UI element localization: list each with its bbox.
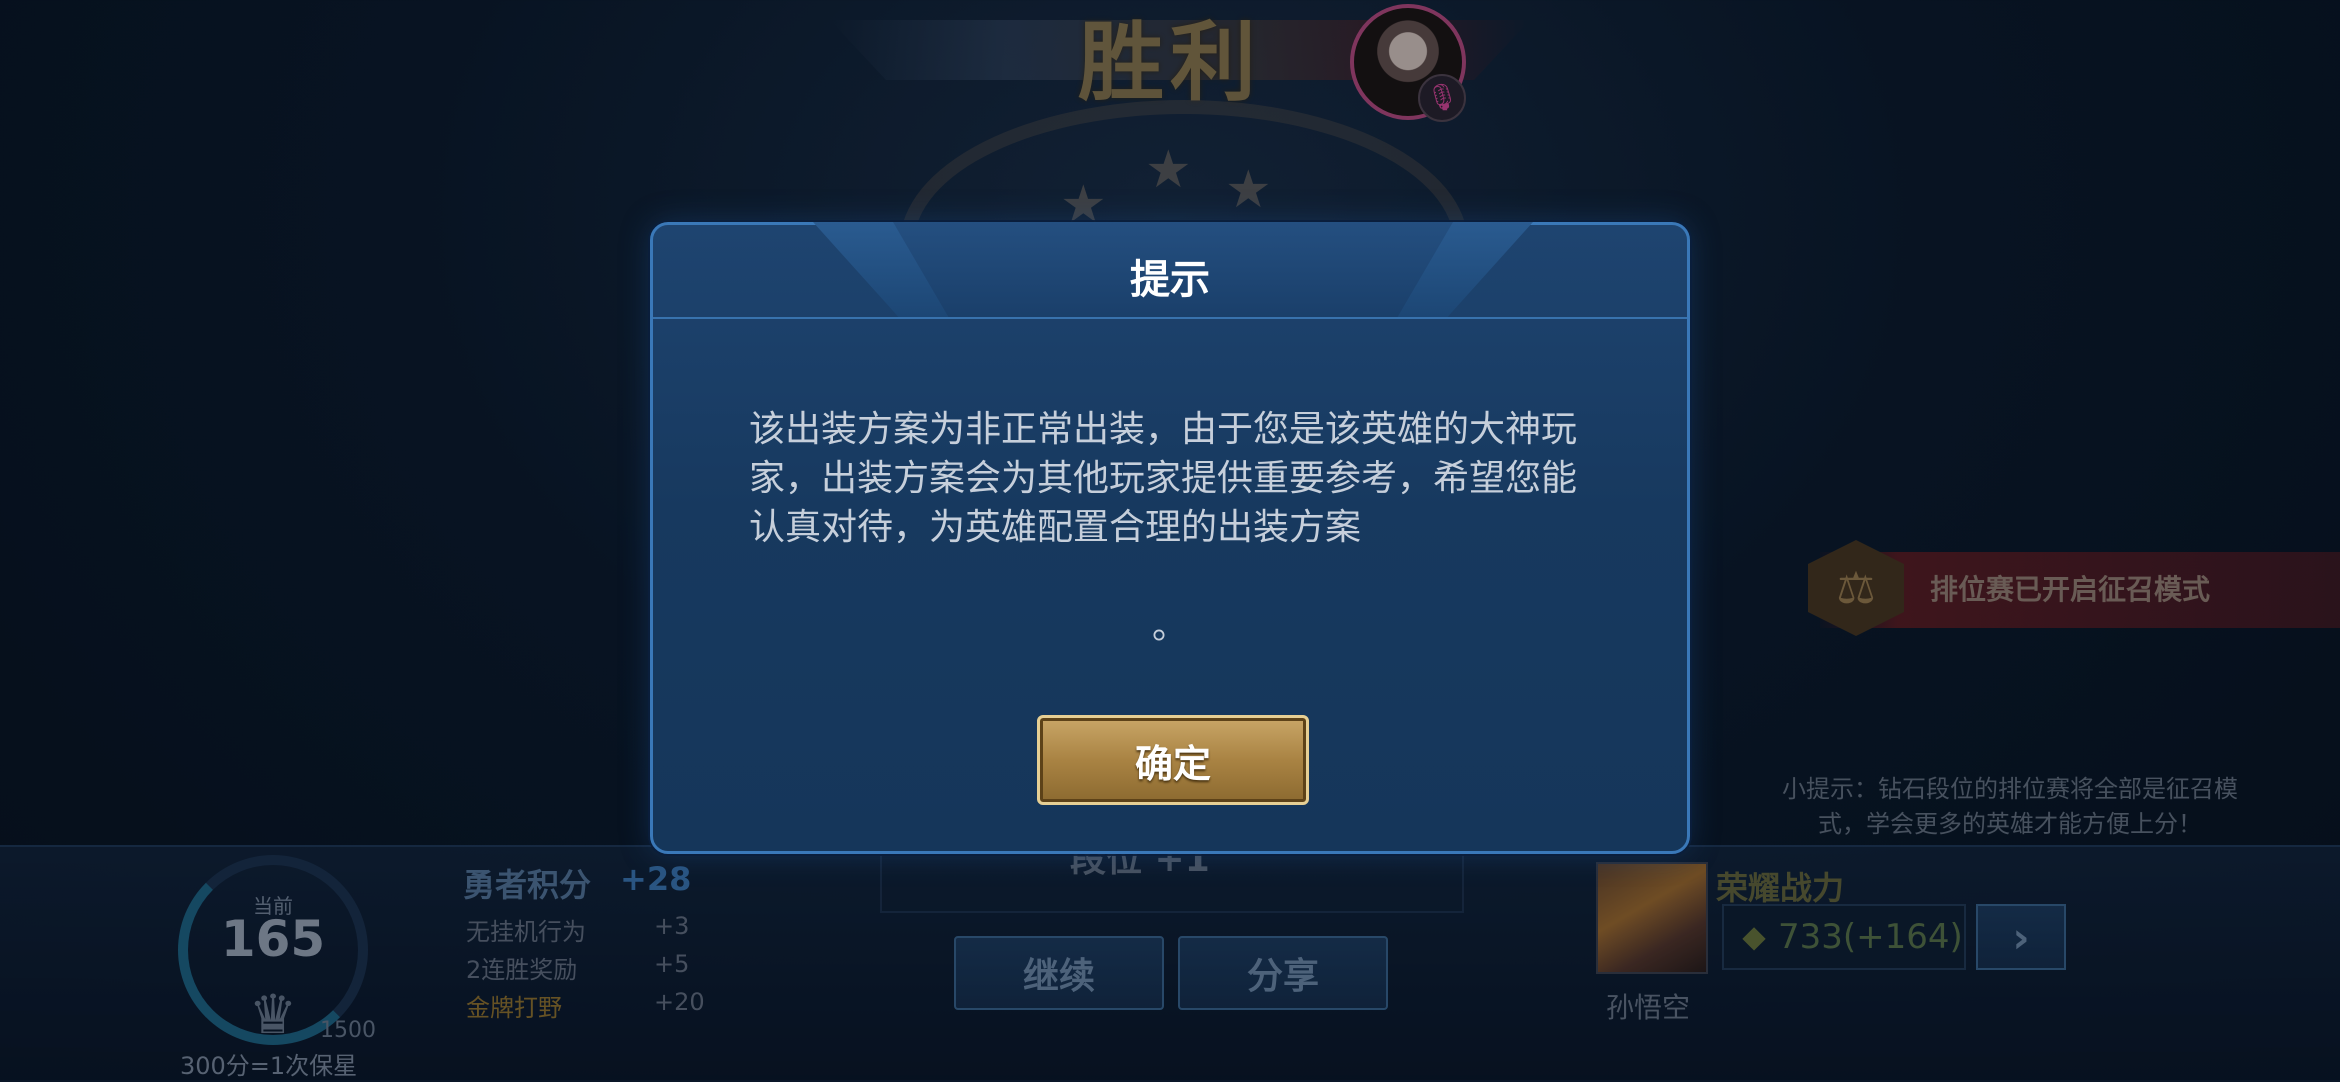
hint-dialog: 提示 该出装方案为非正常出装，由于您是该英雄的大神玩家，出装方案会为其他玩家提供… — [650, 222, 1690, 854]
confirm-button[interactable]: 确定 — [1037, 715, 1309, 805]
dialog-message: 该出装方案为非正常出装，由于您是该英雄的大神玩家，出装方案会为其他玩家提供重要参… — [749, 409, 1578, 548]
dialog-title: 提示 — [1130, 257, 1210, 303]
dialog-header-divider — [653, 317, 1687, 319]
dialog-message-end: 。 — [1151, 606, 1188, 647]
